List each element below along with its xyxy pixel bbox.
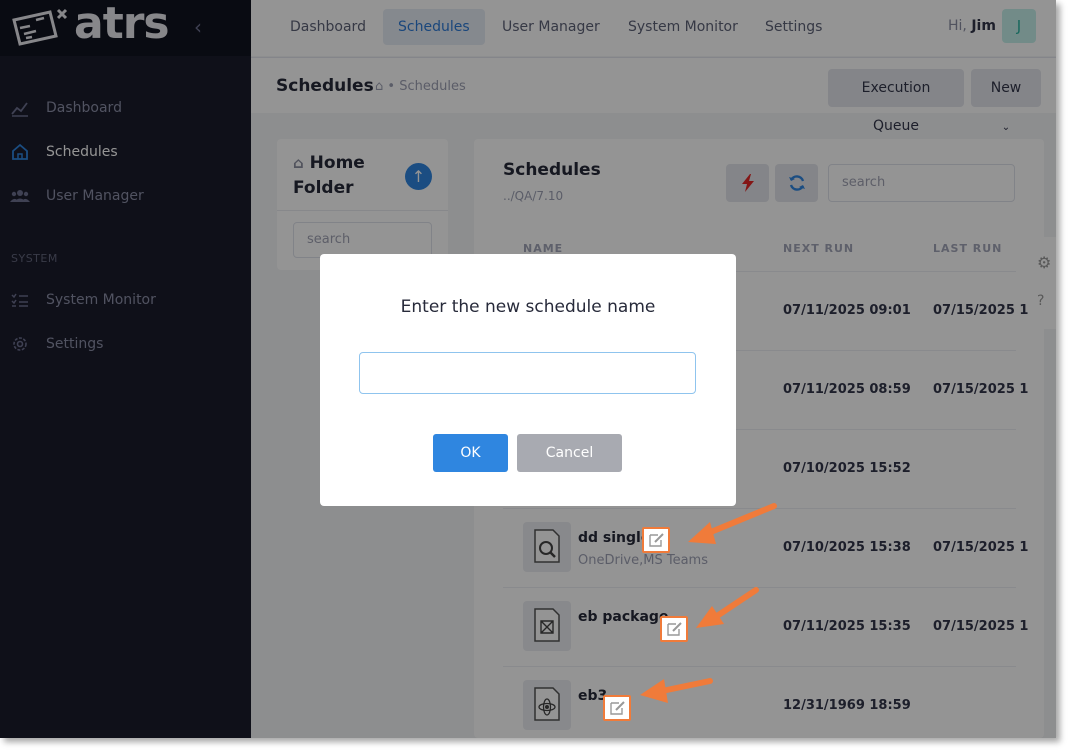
dialog-title: Enter the new schedule name [400, 297, 656, 317]
schedule-name-input[interactable] [359, 352, 696, 394]
annotation-arrow-icon [688, 503, 777, 544]
ok-button[interactable]: OK [433, 434, 508, 472]
edit-name-button[interactable] [603, 695, 631, 721]
edit-name-button[interactable] [642, 527, 670, 553]
edit-icon [667, 622, 682, 636]
cancel-button[interactable]: Cancel [517, 434, 622, 472]
new-schedule-dialog: Enter the new schedule name OK Cancel [320, 254, 736, 506]
edit-name-button[interactable] [660, 616, 688, 642]
app-window: atrs ‹ Dashboard Schedules User Manager … [0, 0, 1056, 738]
edit-icon [610, 701, 625, 715]
annotation-arrow-icon [696, 587, 759, 628]
edit-icon [649, 533, 664, 547]
annotation-arrow-icon [640, 678, 713, 703]
